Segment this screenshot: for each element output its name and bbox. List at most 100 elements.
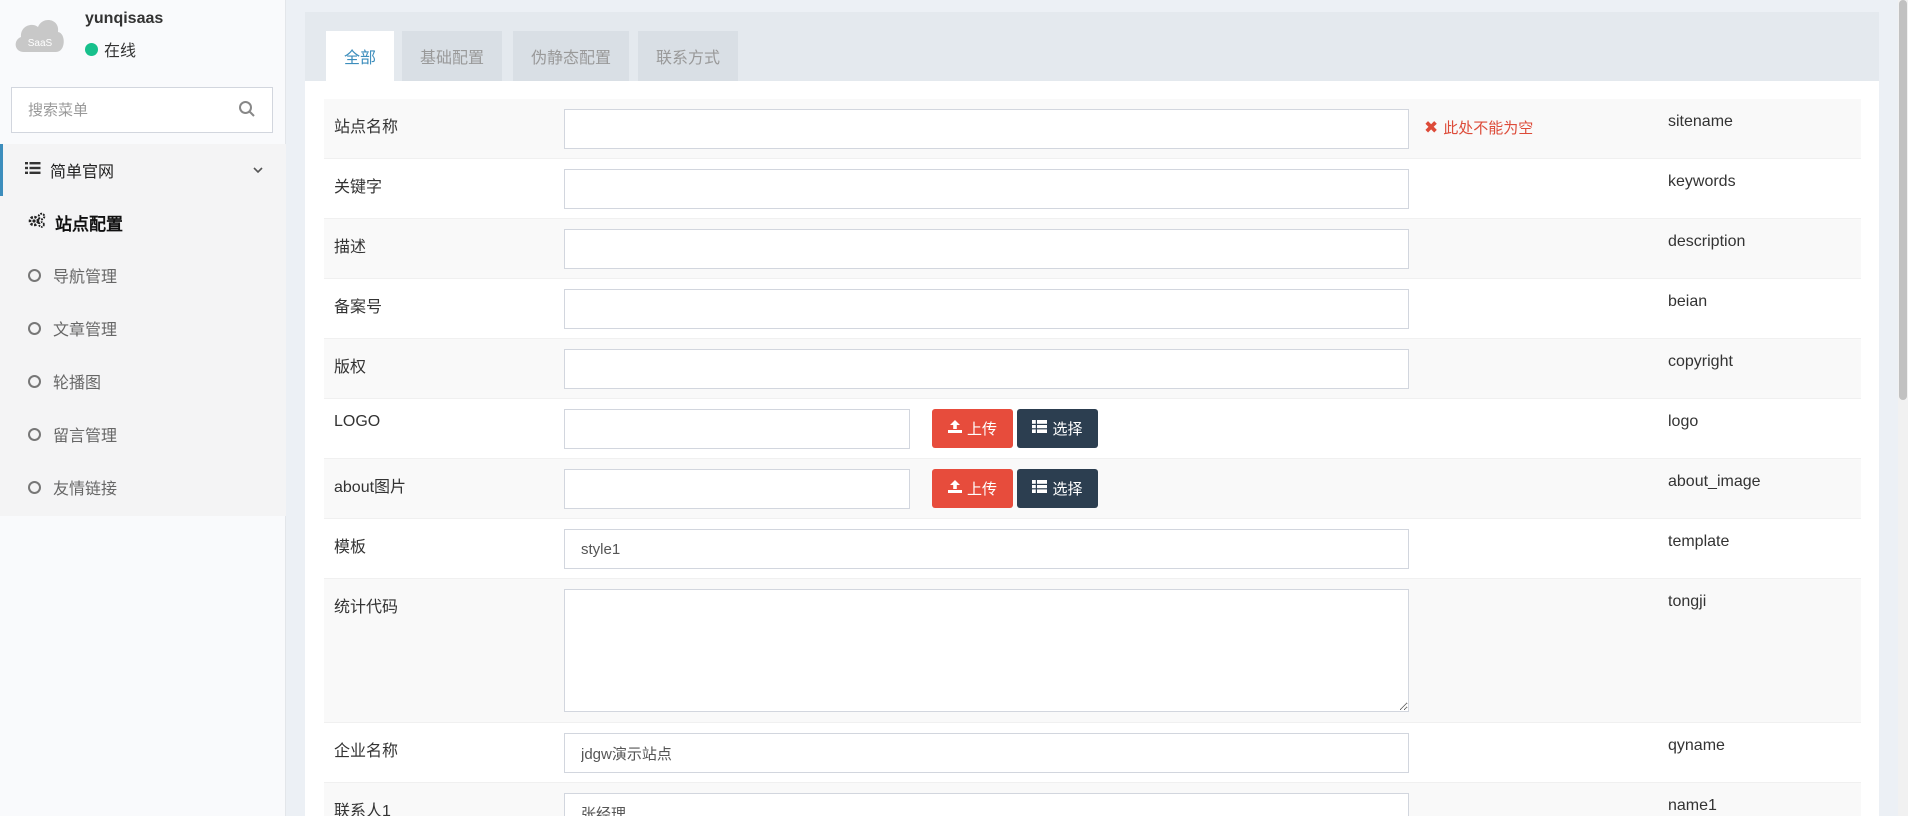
- error-message: ✖ 此处不能为空: [1424, 117, 1533, 138]
- description-field[interactable]: [564, 229, 1409, 269]
- sidebar-item-links[interactable]: 友情链接: [0, 461, 286, 513]
- logo-field[interactable]: [564, 409, 910, 449]
- sidebar-item-label: 文章管理: [53, 322, 118, 339]
- field-label: 备案号: [334, 299, 383, 316]
- choose-button[interactable]: 选择: [1017, 409, 1098, 448]
- search-icon[interactable]: [238, 100, 258, 120]
- list-icon: [1032, 480, 1048, 497]
- form-row: about图片 上传 选择 about_image: [324, 459, 1861, 519]
- template-field[interactable]: [564, 529, 1409, 569]
- menu-group-jdgw[interactable]: 简单官网: [0, 144, 286, 196]
- upload-button[interactable]: 上传: [932, 469, 1013, 508]
- search-input[interactable]: [12, 88, 232, 132]
- circle-icon: [28, 427, 41, 441]
- user-panel: SaaS yunqisaas 在线: [0, 0, 286, 80]
- field-key: keywords: [1668, 173, 1736, 190]
- online-status: 在线: [85, 37, 136, 61]
- form-row: 模板 template: [324, 519, 1861, 579]
- field-key: template: [1668, 533, 1730, 550]
- sidebar-item-label: 轮播图: [53, 375, 102, 392]
- avatar: SaaS: [12, 12, 66, 56]
- choose-label: 选择: [1052, 421, 1083, 438]
- field-key: beian: [1668, 293, 1708, 310]
- form-row: LOGO 上传 选择 logo: [324, 399, 1861, 459]
- field-label: 描述: [334, 239, 367, 256]
- tabs-bar: 全部 基础配置 伪静态配置 联系方式: [305, 12, 1879, 81]
- upload-button[interactable]: 上传: [932, 409, 1013, 448]
- field-label: 企业名称: [334, 743, 399, 760]
- username: yunqisaas: [85, 10, 164, 27]
- svg-text:SaaS: SaaS: [28, 38, 53, 49]
- form-row: 备案号 beian: [324, 279, 1861, 339]
- sidebar-item-label: 友情链接: [53, 481, 118, 498]
- sidebar: SaaS yunqisaas 在线 简单官网 站点配置: [0, 0, 286, 816]
- error-text: 此处不能为空: [1443, 120, 1534, 137]
- form-row: 描述 description: [324, 219, 1861, 279]
- sidebar-menu: 简单官网 站点配置 导航管理 文章管理 轮播图 留言管理 友情链接: [0, 144, 286, 516]
- upload-label: 上传: [966, 421, 997, 438]
- form-row: 联系人1 name1: [324, 783, 1861, 816]
- list-icon: [1032, 420, 1048, 437]
- field-label: 关键字: [334, 179, 383, 196]
- sidebar-item-label: 站点配置: [55, 214, 123, 234]
- tab-all[interactable]: 全部: [326, 31, 395, 81]
- field-key: logo: [1668, 413, 1699, 430]
- list-icon: [25, 161, 41, 180]
- copyright-field[interactable]: [564, 349, 1409, 389]
- keywords-field[interactable]: [564, 169, 1409, 209]
- form-row: 站点名称 ✖ 此处不能为空 sitename: [324, 99, 1861, 159]
- circle-icon: [28, 321, 41, 335]
- close-icon: ✖: [1424, 117, 1439, 137]
- field-label: LOGO: [334, 413, 381, 430]
- tongji-textarea[interactable]: [564, 589, 1409, 712]
- sidebar-item-site-config[interactable]: 站点配置: [0, 196, 286, 248]
- tab-rewrite-config[interactable]: 伪静态配置: [513, 31, 630, 81]
- sidebar-item-carousel[interactable]: 轮播图: [0, 355, 286, 407]
- field-label: 模板: [334, 539, 367, 556]
- status-label: 在线: [104, 43, 137, 60]
- choose-button[interactable]: 选择: [1017, 469, 1098, 508]
- sitename-field[interactable]: [564, 109, 1409, 149]
- sidebar-item-label: 导航管理: [53, 269, 118, 286]
- cloud-icon: SaaS: [15, 19, 64, 53]
- tab-contact[interactable]: 联系方式: [638, 31, 739, 81]
- upload-label: 上传: [966, 481, 997, 498]
- scrollbar[interactable]: [1898, 0, 1908, 816]
- field-label: 站点名称: [334, 119, 399, 136]
- sidebar-item-messages[interactable]: 留言管理: [0, 408, 286, 460]
- field-label: 联系人1: [334, 803, 391, 816]
- choose-label: 选择: [1052, 481, 1083, 498]
- online-dot-icon: [85, 42, 98, 56]
- field-key: copyright: [1668, 353, 1733, 370]
- about-image-field[interactable]: [564, 469, 910, 509]
- sidebar-item-label: 留言管理: [53, 428, 118, 445]
- sidebar-item-articles[interactable]: 文章管理: [0, 302, 286, 354]
- field-key: name1: [1668, 797, 1717, 814]
- scrollbar-thumb[interactable]: [1899, 0, 1907, 400]
- qyname-field[interactable]: [564, 733, 1409, 773]
- menu-group-label: 简单官网: [50, 164, 115, 181]
- upload-icon: [947, 480, 962, 497]
- form-row: 版权 copyright: [324, 339, 1861, 399]
- field-key: about_image: [1668, 473, 1761, 490]
- form-row: 统计代码 tongji: [324, 579, 1861, 723]
- search-box: [11, 87, 273, 133]
- tab-basic-config[interactable]: 基础配置: [402, 31, 503, 81]
- field-label: 版权: [334, 359, 367, 376]
- form-row: 企业名称 qyname: [324, 723, 1861, 783]
- circle-icon: [28, 480, 41, 494]
- field-key: sitename: [1668, 113, 1733, 130]
- upload-icon: [947, 420, 962, 437]
- name1-field[interactable]: [564, 793, 1409, 816]
- beian-field[interactable]: [564, 289, 1409, 329]
- field-key: qyname: [1668, 737, 1725, 754]
- circle-icon: [28, 268, 41, 282]
- gear-icon: [28, 212, 46, 233]
- main-content: 全部 基础配置 伪静态配置 联系方式 站点名称 ✖ 此处不能为空 sitenam…: [305, 12, 1879, 816]
- field-key: description: [1668, 233, 1746, 250]
- field-label: about图片: [334, 479, 407, 496]
- field-label: 统计代码: [334, 599, 399, 616]
- sidebar-item-nav[interactable]: 导航管理: [0, 249, 286, 301]
- field-key: tongji: [1668, 593, 1707, 610]
- chevron-down-icon: [252, 163, 264, 181]
